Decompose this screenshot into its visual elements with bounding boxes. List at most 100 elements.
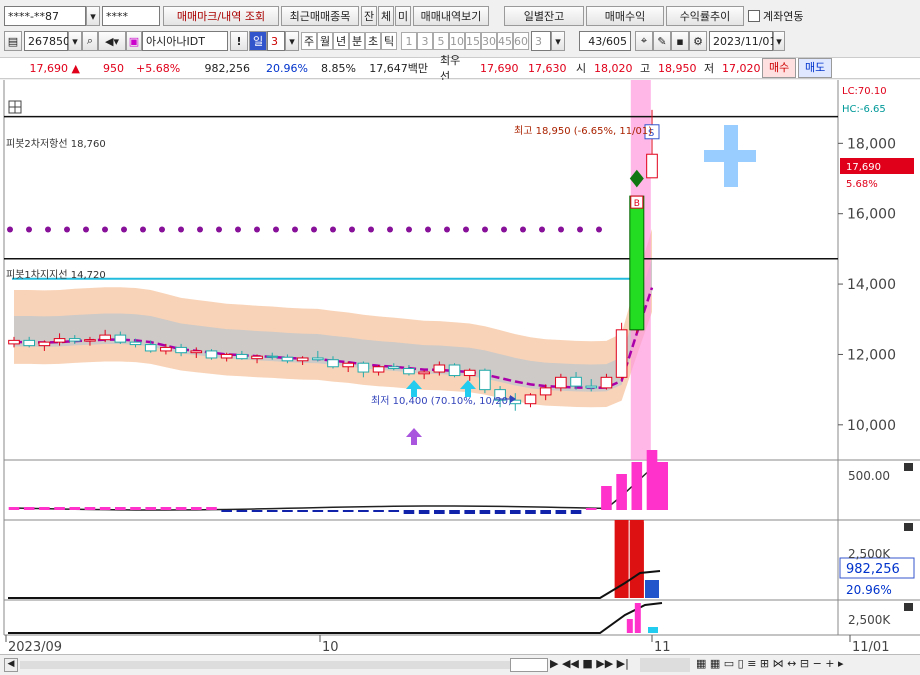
low-label: 저 <box>704 62 715 75</box>
account-dropdown[interactable]: ▾ <box>86 6 100 26</box>
indicator-bar <box>206 507 217 510</box>
period-button-3[interactable]: 분 <box>349 32 365 50</box>
account-link-toggle[interactable]: 계좌연동 <box>748 8 803 24</box>
candle-body <box>646 153 658 179</box>
minute-button-3[interactable]: 10 <box>449 32 465 50</box>
count-input[interactable]: 3 <box>531 31 551 51</box>
candle-body <box>99 334 111 341</box>
pane-close-icon[interactable] <box>904 463 913 471</box>
account-link-checkbox[interactable] <box>748 10 760 22</box>
high-price: 18,950 <box>658 61 697 75</box>
candle-body <box>205 350 218 359</box>
toolbar-account: ****-**87 ▾ **** 매매마크/내역 조회 최근매매종목 잔 체 미… <box>0 5 920 27</box>
symbol-dropdown-icon[interactable]: ▾ <box>68 31 82 51</box>
candle-body <box>281 356 294 362</box>
price-change: 950 <box>103 61 124 75</box>
indicator-bar <box>39 507 50 510</box>
candle-body <box>463 369 476 377</box>
volume-sub-bar <box>648 627 658 633</box>
alert-button[interactable]: ! <box>230 31 248 51</box>
scroll-thumb[interactable] <box>510 658 548 672</box>
period-dropdown-icon[interactable]: ▾ <box>285 31 299 51</box>
trade-mark-button[interactable]: 매매마크/내역 조회 <box>163 6 279 26</box>
candle-body <box>448 364 461 377</box>
sell-button[interactable]: 매도 <box>798 58 832 78</box>
zoom-track[interactable] <box>640 658 690 672</box>
period-button-0[interactable]: 주 <box>301 32 317 50</box>
candle-body <box>585 385 598 389</box>
link-icon[interactable]: ▣ <box>126 31 142 51</box>
period-button-1[interactable]: 월 <box>317 32 333 50</box>
period-button-2[interactable]: 년 <box>333 32 349 50</box>
minute-button-0[interactable]: 1 <box>401 32 417 50</box>
unfilled-button[interactable]: 미 <box>395 6 411 26</box>
open-price: 18,020 <box>594 61 633 75</box>
minute-button-6[interactable]: 45 <box>497 32 513 50</box>
candle-body <box>68 338 81 342</box>
indicator-bar <box>479 510 491 514</box>
period-day-button[interactable]: 일 <box>249 31 267 51</box>
date-input[interactable]: 2023/11/01 <box>709 31 776 51</box>
scroll-left-icon[interactable]: ◀ <box>4 658 18 672</box>
dotted-marker <box>520 226 526 233</box>
dotted-marker <box>444 226 450 233</box>
indicator-bar <box>236 510 248 512</box>
pane-close-icon[interactable] <box>904 603 913 611</box>
date-dropdown-icon[interactable]: ▾ <box>773 31 785 51</box>
minute-button-2[interactable]: 5 <box>433 32 449 50</box>
daily-balance-button[interactable]: 일별잔고 <box>504 6 584 26</box>
sound-icon[interactable]: ◀▾ <box>98 31 126 51</box>
period-button-4[interactable]: 초 <box>365 32 381 50</box>
draw-tool-icon[interactable]: ✎ <box>653 31 671 51</box>
indicator-bar <box>631 462 643 510</box>
stock-chart[interactable]: SB 18,00016,00014,00012,00010,0002023/09… <box>0 80 920 655</box>
crosshair-icon[interactable]: ⌖ <box>635 31 653 51</box>
scroll-track[interactable] <box>20 661 510 669</box>
account-select[interactable]: ****-**87 <box>4 6 86 26</box>
indicator-bar <box>525 510 536 514</box>
search-icon[interactable]: ⌕ <box>82 31 98 51</box>
candle-body <box>342 362 355 368</box>
indicator-bar <box>509 510 521 514</box>
dotted-marker <box>159 226 165 233</box>
candle-body <box>570 376 582 387</box>
period-button-5[interactable]: 틱 <box>381 32 397 50</box>
dotted-marker <box>311 226 317 233</box>
filled-button[interactable]: 체 <box>378 6 394 26</box>
candle-body <box>23 339 36 347</box>
dotted-marker <box>577 226 583 233</box>
symbol-code-input[interactable]: 267850 <box>24 31 70 51</box>
account-link-label: 계좌연동 <box>763 10 804 23</box>
dotted-marker <box>539 226 545 233</box>
recent-trades-button[interactable]: 최근매매종목 <box>281 6 359 26</box>
chart-type-icon[interactable]: ▤ <box>4 31 22 51</box>
chart-tools-icons[interactable]: ▦ ▦ ▭ ▯ ≡ ⊞ ⋈ ↔ ⊟ − + ▸ <box>696 657 844 670</box>
dotted-marker <box>558 226 564 233</box>
indicator-bar <box>190 507 202 510</box>
dotted-marker <box>482 226 488 233</box>
candle-body <box>38 341 51 347</box>
minute-button-5[interactable]: 30 <box>481 32 497 50</box>
indicator-bar <box>418 510 430 514</box>
pane-close-icon[interactable] <box>904 523 913 531</box>
trade-profit-button[interactable]: 매매수익 <box>586 6 664 26</box>
period-value-input[interactable]: 3 <box>267 31 285 51</box>
gear-icon[interactable]: ⚙ <box>689 31 707 51</box>
minute-button-4[interactable]: 15 <box>465 32 481 50</box>
password-input[interactable]: **** <box>102 6 160 26</box>
candle-body <box>555 376 567 389</box>
indicator-bar <box>221 510 232 512</box>
trade-history-button[interactable]: 매매내역보기 <box>413 6 489 26</box>
candle-body <box>372 366 385 373</box>
minute-button-7[interactable]: 60 <box>513 32 529 50</box>
count-dropdown-icon[interactable]: ▾ <box>551 31 565 51</box>
buy-button[interactable]: 매수 <box>762 58 796 78</box>
minute-button-1[interactable]: 3 <box>417 32 433 50</box>
balance-button[interactable]: 잔 <box>361 6 377 26</box>
indicator-bar <box>342 510 354 512</box>
playback-controls[interactable]: ▶ ◀◀ ■ ▶▶ ▶| <box>550 657 629 670</box>
save-icon[interactable]: ▪ <box>671 31 689 51</box>
profit-rate-button[interactable]: 수익률추이 <box>666 6 744 26</box>
dotted-marker <box>216 226 222 233</box>
dotted-marker <box>349 226 355 233</box>
